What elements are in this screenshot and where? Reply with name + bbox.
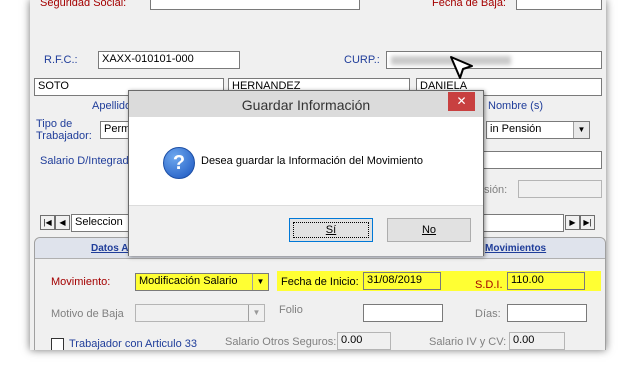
salario-field[interactable] (478, 151, 602, 169)
articulo-checkbox[interactable] (51, 338, 64, 350)
chevron-down-icon[interactable]: ▼ (248, 305, 264, 321)
tab-datos[interactable]: Datos A (91, 243, 128, 254)
folio-label: Folio (279, 304, 303, 316)
fecha-baja-label: Fecha de Baja: (432, 0, 506, 9)
movimiento-select[interactable]: Modificación Salario ▼ (135, 273, 269, 291)
fecha-baja-field[interactable] (516, 0, 602, 10)
rfc-label: R.F.C.: (44, 54, 78, 66)
dialog-title: Guardar Información (241, 97, 371, 113)
tipo-trabajador-label-line2: Trabajador: (36, 130, 92, 142)
salario-otros-field[interactable]: 0.00 (337, 332, 391, 350)
sdi-field[interactable]: 110.00 (507, 272, 585, 290)
close-icon[interactable]: ✕ (448, 92, 475, 111)
folio-field[interactable] (363, 304, 443, 322)
dialog-titlebar: Guardar Información ✕ (129, 91, 483, 117)
nav-first-icon[interactable]: |◀ (40, 215, 55, 230)
pension-label: sión: (484, 184, 508, 196)
motivo-baja-select[interactable]: ▼ (135, 304, 265, 322)
no-button-label: No (421, 224, 437, 236)
movimiento-label: Movimiento: (51, 276, 111, 288)
yes-button[interactable]: Sí (289, 218, 373, 242)
pension-select[interactable]: in Pensión ▼ (486, 121, 590, 139)
question-icon: ? (163, 147, 195, 179)
nav-next-icon[interactable]: ▶ (565, 215, 580, 230)
salario-otros-label: Salario Otros Seguros: (225, 336, 337, 348)
rfc-field[interactable]: XAXX-010101-000 (98, 51, 240, 69)
apellido-label: Apellido (92, 100, 132, 112)
mouse-cursor-icon (450, 56, 473, 79)
tipo-trabajador-label: Tipo de Trabajador: (36, 118, 92, 142)
salario-iv-label: Salario IV y CV: (429, 336, 507, 348)
curp-field[interactable] (386, 51, 602, 69)
sdi-label: S.D.I. (475, 279, 503, 291)
pension-field[interactable] (518, 180, 602, 198)
dialog-message: Desea guardar la Información del Movimie… (201, 155, 423, 167)
fecha-inicio-label: Fecha de Inicio: (281, 276, 359, 288)
pension-select-value: in Pensión (490, 123, 542, 135)
tab-movimientos[interactable]: Movimientos (485, 243, 546, 254)
nombres-label: Nombre (s) (488, 100, 544, 112)
motivo-baja-label: Motivo de Baja (51, 308, 124, 320)
selection-field[interactable]: Seleccion (71, 214, 131, 232)
nav-last-icon[interactable]: ▶| (580, 215, 595, 230)
curp-label: CURP.: (344, 54, 380, 66)
movimiento-select-value: Modificación Salario (139, 275, 238, 287)
seguridad-social-label: Seguridad Social: (40, 0, 127, 9)
articulo-label: Trabajador con Articulo 33 (69, 338, 197, 350)
nav-prev-icon[interactable]: ◀ (55, 215, 70, 230)
dias-field[interactable] (507, 304, 587, 322)
salario-label: Salario D/Integrad (40, 155, 129, 167)
chevron-down-icon[interactable]: ▼ (573, 122, 589, 138)
yes-button-label: Sí (325, 224, 337, 236)
salario-iv-field[interactable]: 0.00 (509, 332, 565, 350)
dialog-body: ? Desea guardar la Información del Movim… (129, 117, 483, 205)
save-dialog: Guardar Información ✕ ? Desea guardar la… (128, 90, 484, 256)
chevron-down-icon[interactable]: ▼ (252, 274, 268, 290)
seguridad-social-field[interactable] (150, 0, 360, 10)
fecha-inicio-field[interactable]: 31/08/2019 (363, 272, 441, 290)
dias-label: Días: (475, 308, 501, 320)
tipo-trabajador-label-line1: Tipo de (36, 118, 73, 130)
dialog-footer: Sí No (129, 205, 483, 256)
no-button[interactable]: No (387, 218, 471, 242)
